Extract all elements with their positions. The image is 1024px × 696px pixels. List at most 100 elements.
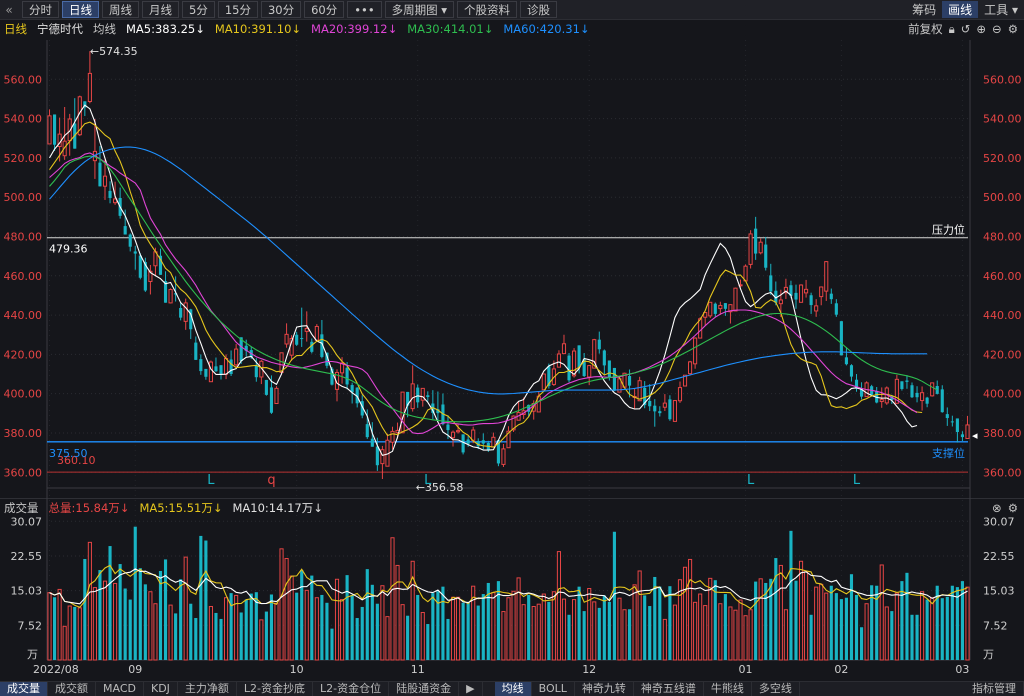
volume-bar xyxy=(295,592,299,660)
price-tick-label-left: 380.00 xyxy=(4,427,43,440)
volume-bar xyxy=(375,603,379,660)
candle-body xyxy=(672,400,678,422)
tab-volume[interactable]: 成交量 xyxy=(0,682,48,696)
candle-body xyxy=(754,228,758,254)
volume-bar xyxy=(73,606,77,660)
volume-bar xyxy=(703,605,708,661)
volume-bar xyxy=(738,599,743,661)
tab-magic-nine[interactable]: 神奇九转 xyxy=(575,682,634,696)
volume-bar xyxy=(234,594,239,661)
volume-bar xyxy=(153,603,158,661)
candle-body xyxy=(849,365,854,377)
month-label: 01 xyxy=(739,663,753,676)
volume-bar xyxy=(87,541,92,661)
tab-long-short[interactable]: 多空线 xyxy=(752,682,800,696)
volume-bar xyxy=(658,586,662,660)
month-label: 11 xyxy=(411,663,425,676)
month-label: 03 xyxy=(955,663,969,676)
candle-body xyxy=(314,325,319,341)
volume-bar xyxy=(92,587,97,661)
volume-bar xyxy=(385,616,390,661)
volume-bar xyxy=(279,548,284,661)
volume-bar xyxy=(249,593,253,660)
volume-bar xyxy=(900,581,904,660)
candle-body xyxy=(915,392,919,398)
candle-body xyxy=(123,226,127,235)
volume-bar xyxy=(304,589,309,661)
current-price-marker: ◂ xyxy=(972,429,978,442)
volume-bar xyxy=(57,588,62,661)
candle-body xyxy=(446,424,450,431)
candle-body xyxy=(501,448,506,465)
volume-bar xyxy=(789,530,793,660)
volume-bar xyxy=(310,575,314,660)
candle-body xyxy=(390,430,395,443)
candle-body xyxy=(900,381,904,389)
tab-kdj[interactable]: KDJ xyxy=(144,682,178,696)
tab-magic-five[interactable]: 神奇五线谱 xyxy=(634,682,704,696)
volume-tick-label-left: 30.07 xyxy=(11,515,43,528)
volume-bar xyxy=(890,611,894,660)
volume-bar xyxy=(446,618,450,660)
volume-bar xyxy=(572,599,577,661)
tabs-scroll-right-icon[interactable]: ▶ xyxy=(459,682,483,696)
volume-bar xyxy=(682,566,688,661)
tab-northbound[interactable]: 陆股通资金 xyxy=(389,682,460,696)
candle-body xyxy=(925,397,929,404)
volume-tick-label-left: 15.03 xyxy=(11,585,43,598)
tab-turnover[interactable]: 成交额 xyxy=(48,682,96,696)
volume-bar xyxy=(708,577,713,661)
candle-body xyxy=(637,380,642,402)
volume-bar xyxy=(365,569,369,660)
volume-bar xyxy=(168,604,173,661)
candle-body xyxy=(47,115,52,145)
volume-bar xyxy=(481,594,485,660)
volume-bar xyxy=(920,591,925,661)
volume-bar xyxy=(582,611,586,660)
volume-bar xyxy=(814,586,819,661)
volume-bar xyxy=(769,578,773,660)
volume-bar xyxy=(325,602,329,660)
volume-bar xyxy=(733,609,738,661)
volume-bar xyxy=(102,580,108,661)
volume-bar xyxy=(183,556,188,661)
candle-body xyxy=(264,379,268,395)
volume-bar xyxy=(778,564,783,661)
volume-bar xyxy=(163,559,168,660)
candle-body xyxy=(541,373,546,391)
tab-l2-position[interactable]: L2-资金仓位 xyxy=(313,682,390,696)
resistance-left-label: 479.36 xyxy=(49,243,88,256)
volume-bar xyxy=(189,603,193,660)
volume-tick-label-left: 22.55 xyxy=(11,550,43,563)
volume-bar xyxy=(128,599,132,660)
volume-tick-label-left: 7.52 xyxy=(18,619,43,632)
volume-bar xyxy=(597,607,601,660)
volume-bar xyxy=(672,604,678,661)
tab-main-net[interactable]: 主力净额 xyxy=(178,682,237,696)
volume-bar xyxy=(905,572,909,660)
candle-body xyxy=(587,365,592,378)
candle-body xyxy=(698,318,703,339)
volume-bar xyxy=(879,564,884,661)
volume-bar xyxy=(400,604,405,661)
indicator-manage-button[interactable]: 指标管理 xyxy=(965,682,1024,696)
tab-macd[interactable]: MACD xyxy=(96,682,144,696)
candle-body xyxy=(677,387,683,402)
tab-boll[interactable]: BOLL xyxy=(532,682,575,696)
price-tick-label-right: 460.00 xyxy=(983,270,1022,283)
price-tick-label-right: 360.00 xyxy=(983,466,1022,479)
candle-body xyxy=(834,303,838,315)
candle-body xyxy=(612,367,616,391)
tab-l2-bottom[interactable]: L2-资金抄底 xyxy=(237,682,314,696)
tab-bull-bear[interactable]: 牛熊线 xyxy=(704,682,752,696)
volume-bar xyxy=(819,583,824,661)
volume-bar xyxy=(143,584,147,660)
candle-body xyxy=(567,355,571,381)
kline-chart[interactable]: 560.00 560.00 540.00 540.00 520.00 520.00 500.… xyxy=(0,0,1024,695)
candle-body xyxy=(561,343,567,355)
candle-body xyxy=(819,286,824,298)
volume-bar xyxy=(945,596,949,660)
tab-ma[interactable]: 均线 xyxy=(494,682,532,696)
candle-body xyxy=(607,360,611,378)
volume-bar xyxy=(567,614,571,660)
